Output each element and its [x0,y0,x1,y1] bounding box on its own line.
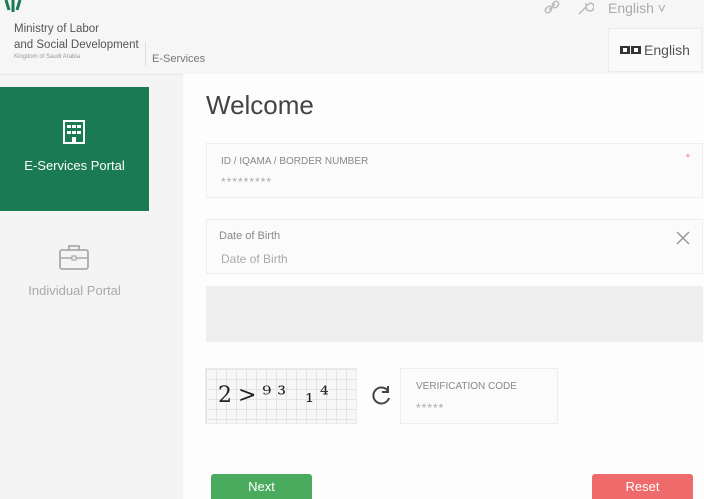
date-of-birth-field[interactable]: Date of Birth Date of Birth [206,219,703,274]
required-marker: * [685,152,690,164]
brand-country: Kingdom of Saudi Arabia [14,54,81,60]
briefcase-icon [59,245,89,270]
verification-code-value: ***** [416,401,445,415]
sidebar-item-individual-portal[interactable]: Individual Portal [0,215,149,325]
building-icon [63,120,85,144]
id-number-value: ********* [221,175,273,189]
sidebar-item-eservices-portal[interactable]: E-Services Portal [0,87,149,211]
link-icon[interactable] [543,0,561,16]
id-number-field[interactable]: ID / IQAMA / BORDER NUMBER ********* * [206,143,703,198]
section-label: E-Services [152,53,206,65]
refresh-icon[interactable] [370,383,394,407]
date-of-birth-label: Date of Birth [219,230,281,242]
brand-name-line1: Ministry of Labor [14,23,100,35]
date-of-birth-placeholder: Date of Birth [221,252,288,266]
ministry-logo-icon [4,0,22,12]
sidebar-item-label: E-Services Portal [24,158,125,173]
captcha-widget-area[interactable] [206,286,703,342]
wrench-icon[interactable] [576,0,594,16]
language-button-label: English [644,42,690,58]
reset-button[interactable]: Reset [592,474,693,499]
language-button[interactable]: English [608,28,702,72]
captcha-image: 2>⁹³ ₁⁴ [205,368,357,424]
next-button[interactable]: Next [211,474,312,499]
sidebar-item-label: Individual Portal [28,283,121,298]
language-flag-icon [620,46,642,54]
captcha-text: 2>⁹³ ₁⁴ [218,383,335,408]
language-dropdown[interactable]: English ˅ [608,0,666,16]
verification-code-field[interactable]: VERIFICATION CODE ***** [400,368,558,424]
clear-icon[interactable] [676,231,690,245]
top-header: Ministry of Labor and Social Development… [0,0,704,75]
id-number-label: ID / IQAMA / BORDER NUMBER [221,156,369,167]
brand-name-line2: and Social Development [14,39,139,51]
page-title: Welcome [206,90,314,120]
brand-divider [145,42,146,66]
verification-code-label: VERIFICATION CODE [416,381,517,392]
